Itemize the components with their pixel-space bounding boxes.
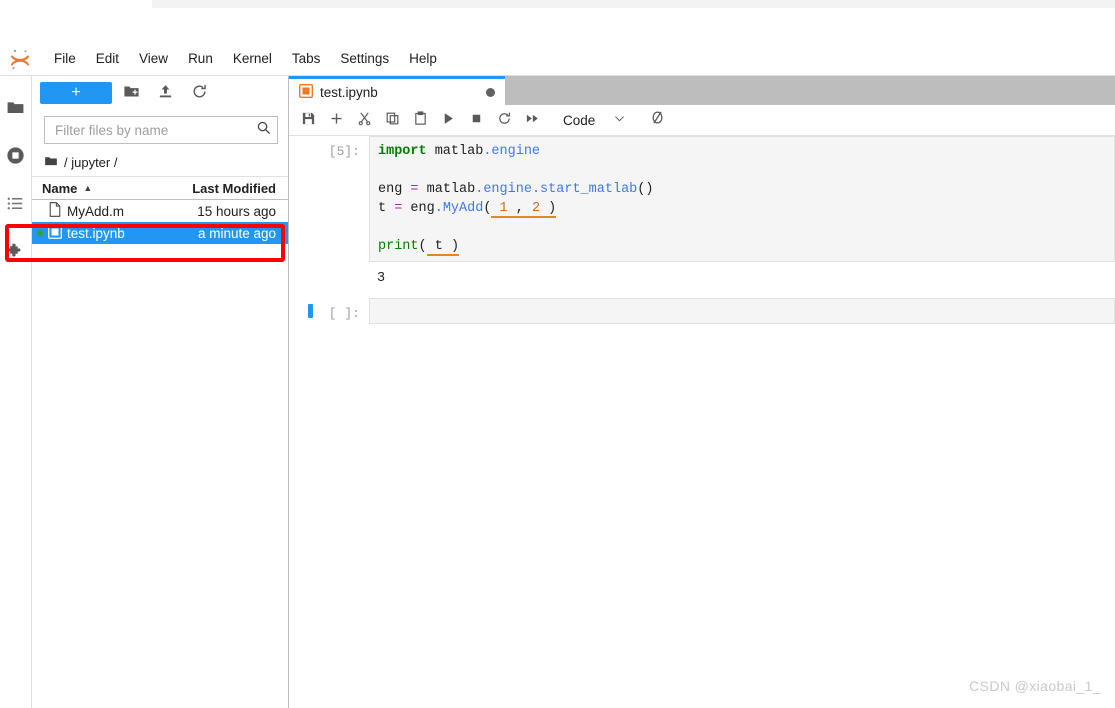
insert-cell-button[interactable] [323, 108, 349, 132]
restart-icon [497, 111, 512, 129]
left-activity-bar [0, 76, 32, 708]
sidebar-tab-commands[interactable] [0, 182, 32, 230]
file-row-test-ipynb[interactable]: test.ipynb a minute ago [32, 222, 288, 244]
stop-circle-icon [5, 145, 26, 171]
list-icon [6, 194, 25, 218]
sidebar-tab-running-terminals[interactable] [0, 134, 32, 182]
restart-and-run-all-button[interactable] [519, 108, 545, 132]
file-list-header: Name ▲ Last Modified [32, 176, 288, 200]
menu-run[interactable]: Run [178, 47, 223, 71]
menu-help[interactable]: Help [399, 47, 447, 71]
file-icon [48, 202, 62, 220]
puzzle-icon [6, 242, 25, 266]
copy-cells-button[interactable] [379, 108, 405, 132]
sort-ascending-icon: ▲ [83, 183, 93, 193]
search-icon [256, 120, 271, 140]
file-modified: 15 hours ago [197, 203, 276, 219]
jupyter-logo-icon [6, 45, 34, 73]
notebook-icon [48, 224, 62, 242]
save-button[interactable] [295, 108, 321, 132]
main-menu-bar: File Edit View Run Kernel Tabs Settings … [0, 43, 1115, 76]
file-browser-panel: + Filter files by name / jupyter / Name … [32, 76, 289, 708]
sidebar-tab-extensions[interactable] [0, 230, 32, 278]
fast-forward-icon [525, 111, 540, 129]
chevron-down-icon [613, 112, 626, 128]
running-indicator-dot [37, 230, 43, 236]
menu-tabs[interactable]: Tabs [282, 47, 331, 71]
breadcrumb-path: / jupyter / [64, 154, 118, 170]
notebook-cell-0[interactable]: [5]: import matlab.engine eng = matlab.e… [289, 136, 1115, 298]
cell-editor[interactable]: import matlab.engine eng = matlab.engine… [369, 136, 1115, 262]
ghost-label-2: · · [628, 0, 637, 1]
folder-icon [6, 98, 25, 122]
notebook-tab-bar: test.ipynb [289, 76, 1115, 105]
file-filter-box[interactable] [44, 116, 278, 144]
cell-output: 3 [377, 271, 386, 286]
cut-icon [357, 111, 372, 129]
menu-item-list: File Edit View Run Kernel Tabs Settings … [44, 47, 447, 71]
run-icon [441, 111, 456, 129]
refresh-icon [191, 83, 208, 103]
file-browser-toolbar: + [32, 76, 288, 110]
refresh-file-list-button[interactable] [184, 81, 214, 105]
cell-editor[interactable] [369, 298, 1115, 324]
browser-chrome-sliver: · · · · · · · [0, 0, 1115, 12]
notebook-icon [299, 83, 313, 101]
upload-icon [157, 83, 174, 103]
notebook-cell-list: [5]: import matlab.engine eng = matlab.e… [289, 136, 1115, 708]
restart-kernel-button[interactable] [491, 108, 517, 132]
menu-view[interactable]: View [129, 47, 178, 71]
folder-icon [44, 154, 58, 171]
paste-icon [413, 111, 428, 129]
cell-type-select[interactable]: Code [559, 108, 630, 132]
copy-icon [385, 111, 400, 129]
tab-test-ipynb[interactable]: test.ipynb [289, 76, 505, 105]
browser-tabstrip [152, 0, 1115, 8]
main-dock-area: test.ipynb Code [5]: import matlab.engin… [289, 76, 1115, 708]
menu-file[interactable]: File [44, 47, 86, 71]
add-cell-icon [329, 111, 344, 129]
menu-kernel[interactable]: Kernel [223, 47, 282, 71]
paste-cells-button[interactable] [407, 108, 433, 132]
upload-files-button[interactable] [150, 81, 180, 105]
filter-files-input[interactable] [53, 121, 256, 139]
run-cell-button[interactable] [435, 108, 461, 132]
file-name: MyAdd.m [67, 203, 125, 219]
menu-settings[interactable]: Settings [330, 47, 399, 71]
unsaved-changes-icon[interactable] [486, 87, 495, 97]
kernel-status-indicator[interactable] [644, 108, 670, 132]
cell-type-value: Code [563, 112, 596, 128]
file-list: MyAdd.m 15 hours ago test.ipynb a minute… [32, 200, 288, 708]
interrupt-kernel-button[interactable] [463, 108, 489, 132]
new-folder-button[interactable] [116, 81, 146, 105]
tab-label: test.ipynb [320, 84, 378, 100]
cell-execution-prompt: [ ]: [328, 306, 360, 321]
column-header-name[interactable]: Name ▲ [32, 181, 170, 196]
column-header-last-modified[interactable]: Last Modified [170, 181, 288, 196]
breadcrumb[interactable]: / jupyter / [32, 148, 288, 176]
save-icon [301, 111, 316, 129]
new-launcher-button[interactable]: + [40, 82, 112, 104]
stop-icon [469, 111, 484, 129]
jupyterlab-window: · · · · · · · File Edit View Run Kernel … [0, 0, 1115, 708]
cell-execution-prompt: [5]: [328, 144, 360, 159]
menu-edit[interactable]: Edit [86, 47, 129, 71]
ghost-label-1: · · [490, 0, 499, 1]
new-folder-icon [123, 83, 140, 103]
kernel-idle-circle-icon [649, 109, 666, 131]
file-row-myadd-m[interactable]: MyAdd.m 15 hours ago [32, 200, 288, 222]
sidebar-tab-file-browser[interactable] [0, 86, 32, 134]
file-name: test.ipynb [67, 225, 125, 241]
notebook-cell-1[interactable]: [ ]: [289, 298, 1115, 324]
notebook-toolbar: Code [289, 105, 1115, 136]
watermark-text: CSDN @xiaobai_1_ [969, 678, 1101, 694]
file-modified: a minute ago [197, 225, 276, 241]
column-header-name-label: Name [42, 180, 78, 196]
ghost-label-3: · · [775, 0, 784, 1]
cut-cells-button[interactable] [351, 108, 377, 132]
ghost-label-0: · [270, 0, 273, 1]
